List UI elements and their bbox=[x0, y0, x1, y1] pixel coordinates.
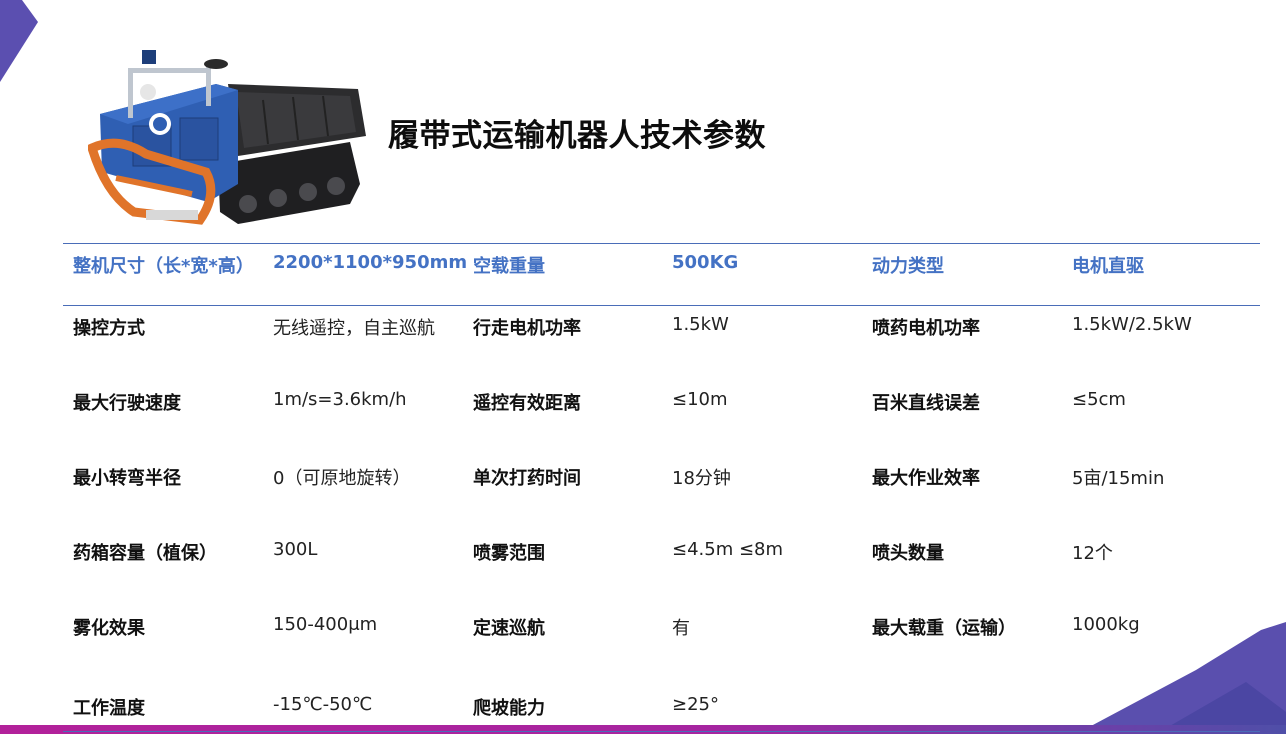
param-label: 雾化效果 bbox=[73, 618, 145, 639]
page-title: 履带式运输机器人技术参数 bbox=[388, 118, 766, 154]
param-label: 爬坡能力 bbox=[473, 698, 545, 719]
spec-table: 整机尺寸（长*宽*高） 2200*1100*950mm 空载重量 500KG 动… bbox=[63, 243, 1260, 732]
param-label: 最大载重（运输） bbox=[872, 618, 1016, 639]
param-label: 最小转弯半径 bbox=[73, 468, 181, 489]
header-cell: 整机尺寸（长*宽*高） bbox=[73, 256, 254, 277]
param-value: ≤5cm bbox=[1072, 389, 1126, 410]
param-value: 无线遥控，自主巡航 bbox=[273, 318, 435, 339]
table-row: 最大行驶速度 1m/s=3.6km/h 遥控有效距离 ≤10m 百米直线误差 ≤… bbox=[63, 381, 1260, 456]
param-value: -15℃-50℃ bbox=[273, 694, 373, 715]
param-label: 单次打药时间 bbox=[473, 468, 581, 489]
table-row: 雾化效果 150-400μm 定速巡航 有 最大载重（运输） 1000kg bbox=[63, 606, 1260, 672]
param-value: 1m/s=3.6km/h bbox=[273, 389, 407, 410]
table-row: 最小转弯半径 0（可原地旋转） 单次打药时间 18分钟 最大作业效率 5亩/15… bbox=[63, 456, 1260, 531]
param-value: 1.5kW/2.5kW bbox=[1072, 314, 1192, 335]
param-value: 1.5kW bbox=[672, 314, 729, 335]
param-label: 药箱容量（植保） bbox=[73, 543, 217, 564]
header-cell: 电机直驱 bbox=[1072, 256, 1144, 277]
param-value: ≤10m bbox=[672, 389, 728, 410]
param-label: 操控方式 bbox=[73, 318, 145, 339]
param-value: 300L bbox=[273, 539, 318, 560]
table-row: 操控方式 无线遥控，自主巡航 行走电机功率 1.5kW 喷药电机功率 1.5kW… bbox=[63, 306, 1260, 381]
header-cell: 空载重量 bbox=[473, 256, 545, 277]
param-value: 1000kg bbox=[1072, 614, 1140, 635]
param-value: ≥25° bbox=[672, 694, 719, 715]
param-label: 遥控有效距离 bbox=[473, 393, 581, 414]
param-value: 150-400μm bbox=[273, 614, 378, 635]
param-label: 定速巡航 bbox=[473, 618, 545, 639]
header-cell: 2200*1100*950mm bbox=[273, 252, 468, 273]
param-label: 喷药电机功率 bbox=[872, 318, 980, 339]
param-value: ≤4.5m ≤8m bbox=[672, 539, 784, 560]
header-cell: 动力类型 bbox=[872, 256, 944, 277]
crawler-robot-image bbox=[88, 50, 366, 225]
param-value: 0（可原地旋转） bbox=[273, 468, 411, 489]
table-row: 工作温度 -15℃-50℃ 爬坡能力 ≥25° bbox=[63, 672, 1260, 731]
param-value: 5亩/15min bbox=[1072, 468, 1165, 489]
header-cell: 500KG bbox=[672, 252, 739, 273]
param-label: 喷头数量 bbox=[872, 543, 944, 564]
param-label: 最大作业效率 bbox=[872, 468, 980, 489]
table-header-row: 整机尺寸（长*宽*高） 2200*1100*950mm 空载重量 500KG 动… bbox=[63, 244, 1260, 306]
param-label: 百米直线误差 bbox=[872, 393, 980, 414]
corner-decoration-top-left bbox=[0, 0, 38, 82]
param-label: 最大行驶速度 bbox=[73, 393, 181, 414]
param-label: 工作温度 bbox=[73, 698, 145, 719]
param-label: 行走电机功率 bbox=[473, 318, 581, 339]
table-row: 药箱容量（植保） 300L 喷雾范围 ≤4.5m ≤8m 喷头数量 12个 bbox=[63, 531, 1260, 606]
param-value: 18分钟 bbox=[672, 468, 731, 489]
param-value: 12个 bbox=[1072, 543, 1113, 564]
param-value: 有 bbox=[672, 618, 690, 639]
param-label: 喷雾范围 bbox=[473, 543, 545, 564]
